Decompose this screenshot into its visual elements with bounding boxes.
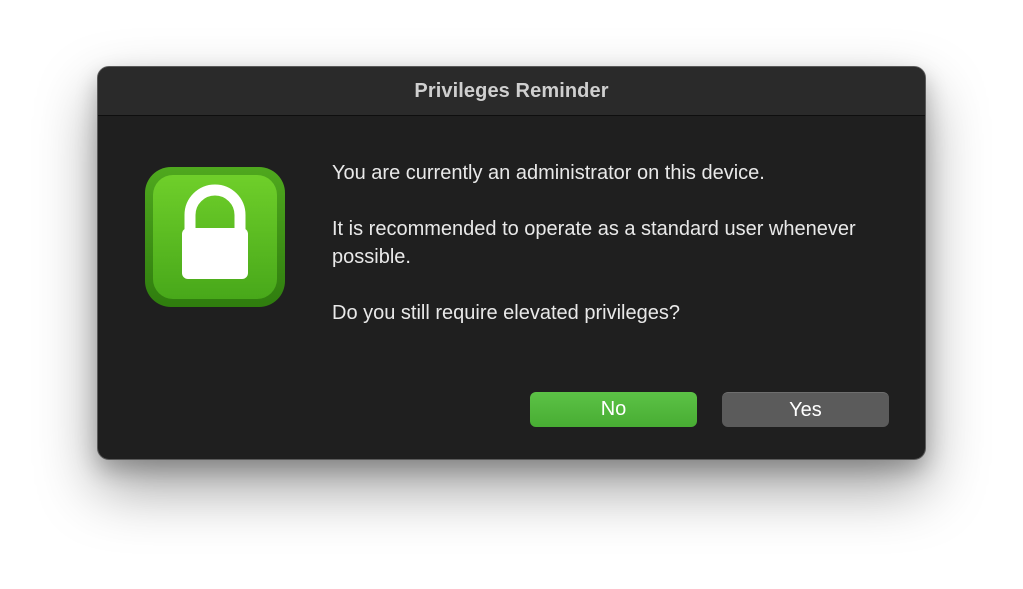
message-recommendation: It is recommended to operate as a standa…	[332, 218, 856, 268]
lock-icon	[145, 167, 285, 307]
yes-button[interactable]: Yes	[722, 392, 889, 427]
privileges-reminder-dialog: Privileges Reminder You are currently an…	[97, 66, 926, 460]
message-question: Do you still require elevated privileges…	[332, 302, 680, 324]
dialog-title: Privileges Reminder	[414, 79, 609, 102]
no-button[interactable]: No	[530, 392, 697, 427]
message-admin-status: You are currently an administrator on th…	[332, 162, 765, 184]
dialog-titlebar[interactable]: Privileges Reminder	[98, 67, 925, 116]
dialog-message: You are currently an administrator on th…	[332, 159, 892, 327]
